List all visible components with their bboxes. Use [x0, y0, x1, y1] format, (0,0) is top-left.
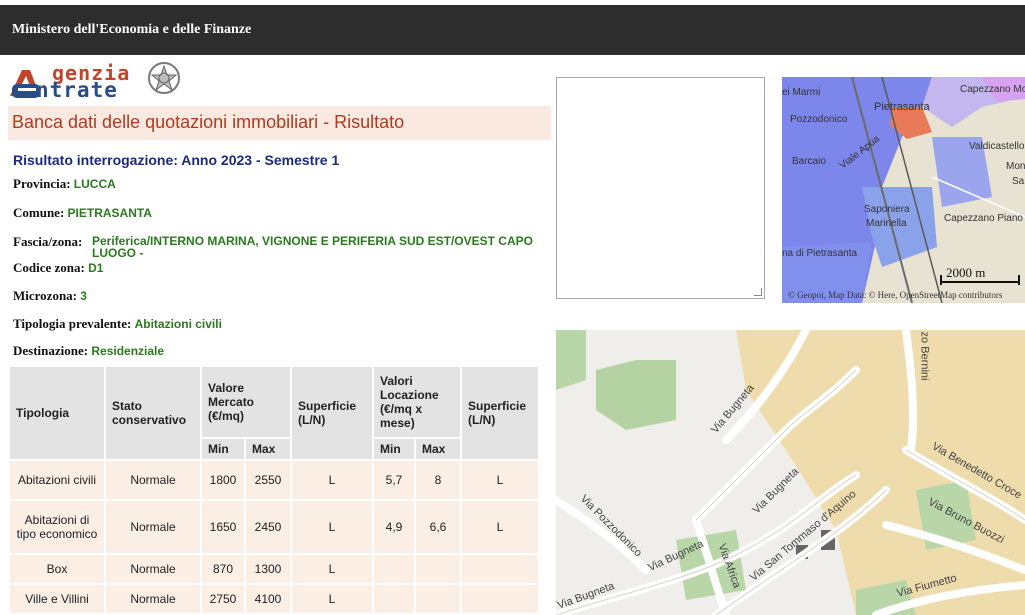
- cell-loc-max: [416, 585, 460, 613]
- map-label: Capezzano Monte: [960, 84, 1025, 95]
- tipologia-value: Abitazioni civili: [134, 317, 222, 331]
- cell-max: 4100: [246, 585, 290, 613]
- table-row: Abitazioni di tipo economico Normale 165…: [10, 501, 538, 553]
- cell-loc-min: 4,9: [374, 501, 414, 553]
- map-label: na di Pietrasanta: [782, 248, 858, 259]
- cell-min: 870: [202, 555, 244, 583]
- cell-superficie: L: [292, 461, 372, 499]
- header-stato: Stato conservativo: [106, 367, 200, 459]
- header-tipologia: Tipologia: [10, 367, 104, 459]
- provincia-row: Provincia: LUCCA: [13, 176, 116, 192]
- notes-textarea[interactable]: [556, 77, 765, 299]
- street-label: zo Bernini: [918, 331, 931, 381]
- cell-tipologia: Ville e Villini: [10, 585, 104, 613]
- comune-value: PIETRASANTA: [67, 206, 152, 220]
- cell-stato: Normale: [106, 461, 200, 499]
- map-label: Saponiera: [864, 204, 910, 215]
- provincia-label: Provincia:: [13, 176, 71, 191]
- cell-superficie-2: [462, 585, 538, 613]
- microzona-value: 3: [80, 289, 87, 303]
- cell-superficie: L: [292, 555, 372, 583]
- cell-superficie-2: [462, 555, 538, 583]
- destinazione-label: Destinazione:: [13, 343, 89, 358]
- table-row: Box Normale 870 1300 L: [10, 555, 538, 583]
- header-max-locazione: Max: [416, 439, 460, 459]
- comune-row: Comune: PIETRASANTA: [13, 205, 152, 221]
- map-attribution[interactable]: © Geopoi, Map Data: © Here, OpenStreetMa…: [788, 290, 1002, 300]
- tipologia-label: Tipologia prevalente:: [13, 316, 132, 331]
- detail-map[interactable]: Via Bugneta Via Bugneta Via Bugneta Via …: [556, 330, 1025, 615]
- cell-tipologia: Abitazioni di tipo economico: [10, 501, 104, 553]
- resize-handle[interactable]: [754, 288, 762, 296]
- ministry-title: Ministero dell'Economia e delle Finanze: [12, 22, 252, 37]
- cell-loc-max: [416, 555, 460, 583]
- destinazione-value: Residenziale: [91, 344, 165, 358]
- top-bar: Ministero dell'Economia e delle Finanze: [0, 5, 1025, 55]
- header-valore-mercato: Valore Mercato (€/mq): [202, 367, 290, 437]
- header-valori-locazione: Valori Locazione (€/mq x mese): [374, 367, 460, 437]
- cell-max: 2450: [246, 501, 290, 553]
- map-scale-label: 2000 m: [946, 265, 986, 280]
- cell-loc-min: 5,7: [374, 461, 414, 499]
- header-max: Max: [246, 439, 290, 459]
- cell-superficie: L: [292, 501, 372, 553]
- map-label: Monti: [1006, 161, 1025, 172]
- cell-loc-max: 8: [416, 461, 460, 499]
- cell-stato: Normale: [106, 585, 200, 613]
- destinazione-row: Destinazione: Residenziale: [13, 343, 164, 359]
- cell-superficie: L: [292, 585, 372, 613]
- map-label: Pietrasanta: [874, 101, 930, 113]
- microzona-row: Microzona: 3: [13, 288, 87, 304]
- cell-tipologia: Abitazioni civili: [10, 461, 104, 499]
- overview-map[interactable]: ei Marmi Capezzano Monte Pietrasanta Poz…: [782, 77, 1025, 303]
- map-scale-bar: 2000 m: [940, 265, 1022, 285]
- quotazioni-table: Tipologia Stato conservativo Valore Merc…: [8, 365, 540, 615]
- cell-superficie-2: L: [462, 501, 538, 553]
- cell-min: 2750: [202, 585, 244, 613]
- cell-loc-max: 6,6: [416, 501, 460, 553]
- cell-max: 2550: [246, 461, 290, 499]
- result-heading: Risultato interrogazione: Anno 2023 - Se…: [13, 152, 340, 168]
- map-label: Capezzano Piano: [944, 213, 1023, 224]
- map-label: Pozzodonico: [790, 114, 848, 125]
- agenzia-entrate-logo[interactable]: genzia ntrate: [8, 58, 188, 104]
- table-header-row: Tipologia Stato conservativo Valore Merc…: [10, 367, 538, 459]
- header-min-locazione: Min: [374, 439, 414, 459]
- codice-value: D1: [88, 261, 104, 275]
- cell-stato: Normale: [106, 555, 200, 583]
- cell-max: 1300: [246, 555, 290, 583]
- page-title: Banca dati delle quotazioni immobiliari …: [12, 112, 405, 132]
- cell-min: 1800: [202, 461, 244, 499]
- republic-emblem-icon: [148, 62, 180, 94]
- table-row: Ville e Villini Normale 2750 4100 L: [10, 585, 538, 613]
- cell-min: 1650: [202, 501, 244, 553]
- map-label: Valdicastello: [969, 141, 1025, 152]
- cell-loc-min: [374, 555, 414, 583]
- header-superficie-2: Superficie (L/N): [462, 367, 538, 459]
- codice-label: Codice zona:: [13, 260, 85, 275]
- map-label: Barcaio: [792, 156, 826, 167]
- header-superficie: Superficie (L/N): [292, 367, 372, 459]
- logo-text-entrate: ntrate: [36, 78, 118, 102]
- map-label: Marinella: [866, 218, 907, 229]
- map-label: ei Marmi: [782, 87, 821, 98]
- tipologia-row: Tipologia prevalente: Abitazioni civili: [13, 316, 222, 332]
- comune-label: Comune:: [13, 205, 65, 220]
- table-row: Abitazioni civili Normale 1800 2550 L 5,…: [10, 461, 538, 499]
- codice-row: Codice zona: D1: [13, 260, 103, 276]
- cell-tipologia: Box: [10, 555, 104, 583]
- page-title-band: Banca dati delle quotazioni immobiliari …: [8, 106, 551, 140]
- map-label: Sa: [1012, 176, 1025, 187]
- fascia-label: Fascia/zona:: [13, 234, 83, 249]
- cell-superficie-2: L: [462, 461, 538, 499]
- cell-stato: Normale: [106, 501, 200, 553]
- fascia-value: Periferica/INTERNO MARINA, VIGNONE E PER…: [92, 234, 533, 260]
- cell-loc-min: [374, 585, 414, 613]
- microzona-label: Microzona:: [13, 288, 78, 303]
- provincia-value: LUCCA: [73, 177, 116, 191]
- header-min: Min: [202, 439, 244, 459]
